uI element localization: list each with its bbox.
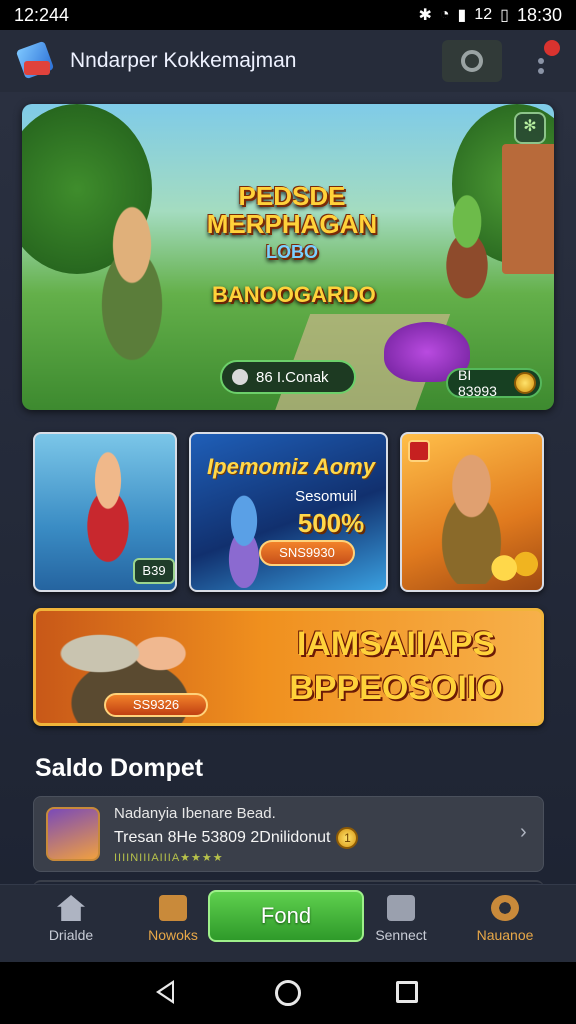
status-clock-right: 18:30 <box>516 4 562 25</box>
wallet-line1: Nadanyia Ibenare Bead. <box>114 805 276 822</box>
card-percent: 500% <box>297 508 365 538</box>
banner-line2: BPPEOSOIIO <box>289 669 503 707</box>
tag-icon <box>408 440 430 462</box>
hero-banner[interactable]: PEDSDE MERPHAGAN LOBO BANOOGARDO 86 I.Co… <box>22 104 554 410</box>
battery-icon: ▯ <box>500 7 509 24</box>
banner-line1: IAMSAIIAPS <box>296 625 496 663</box>
sparkle-icon: ✻ <box>523 118 537 135</box>
warrior-character-icon <box>72 194 192 364</box>
system-navigation-bar <box>0 962 576 1024</box>
gold-coins-icon <box>488 544 542 584</box>
home-circle-icon[interactable] <box>275 980 301 1006</box>
promo-card-hero[interactable]: B39 <box>33 432 177 592</box>
wallet-line2: Tresan 8He 53809 2Dnilidonut 1 <box>114 827 359 849</box>
status-icons: ✱ ◔ ▮ 12 ▯ 18:30 <box>418 5 562 26</box>
main-content[interactable]: PEDSDE MERPHAGAN LOBO BANOOGARDO 86 I.Co… <box>0 92 576 884</box>
home-icon <box>57 895 85 921</box>
nav-item-shop[interactable]: Nowoks <box>128 895 218 943</box>
hero-title-line2: MERPHAGAN <box>206 209 378 239</box>
hero-price-button[interactable]: BI 83993 <box>446 367 542 399</box>
profile-icon <box>491 895 519 921</box>
goblin-character-icon <box>422 194 512 304</box>
sale-banner[interactable]: IAMSAIIAPS BPPEOSOIIO SS9326 <box>33 608 544 726</box>
wifi-icon: ◔ <box>439 6 450 23</box>
nav-item-home[interactable]: Drialde <box>26 895 116 943</box>
search-button[interactable] <box>442 40 502 82</box>
bluetooth-icon: ✱ <box>418 7 432 24</box>
wallet-list-item[interactable]: Nadanyia Ibenare Bead. Tresan 8He 53809 … <box>33 796 544 872</box>
box-icon <box>387 895 415 921</box>
nav-label: Sennect <box>375 927 427 943</box>
nav-item-profile[interactable]: Nauanoe <box>460 895 550 943</box>
notification-badge <box>542 38 562 58</box>
app-logo-icon <box>14 40 60 81</box>
app-title: Nndarper Kokkemajman <box>70 49 297 72</box>
section-title-wallet: Saldo Dompet <box>35 754 204 782</box>
status-time: 12:244 <box>14 4 70 25</box>
recents-icon[interactable] <box>396 981 418 1003</box>
signal-icon: ▮ <box>457 7 467 24</box>
card-claim-button[interactable]: SNS9930 <box>259 540 355 566</box>
app-bar: Nndarper Kokkemajman <box>0 30 576 92</box>
carrier-label: 12 <box>474 6 493 23</box>
chest-icon <box>159 895 187 921</box>
promo-card-bonus[interactable]: Ipemomiz Aomy Sesomuil 500% SNS9930 <box>189 432 388 592</box>
nav-label: Drialde <box>48 927 94 943</box>
hero-title-line1: PEDSDE <box>238 181 346 211</box>
card-badge: B39 <box>133 558 175 584</box>
card-subtitle: Sesomuil <box>295 488 357 505</box>
coin-icon <box>514 372 536 394</box>
gift-icon <box>232 369 248 385</box>
wallet-rating: IIIINIIIAIIIA★★★★ <box>114 852 224 864</box>
status-bar: 12:244 ✱ ◔ ▮ 12 ▯ 18:30 <box>0 0 576 30</box>
hero-chip-button[interactable]: 86 I.Conak <box>220 360 356 394</box>
hero-corner-button[interactable]: ✻ <box>514 112 546 144</box>
wallet-coin-icon: 1 <box>336 827 359 849</box>
hero-subtitle: BANOOGARDO <box>212 282 376 307</box>
banner-buy-button[interactable]: SS9326 <box>104 693 208 717</box>
chevron-right-icon: › <box>520 821 527 843</box>
fond-button[interactable]: Fond <box>208 890 364 942</box>
hero-logo-text: LOBO <box>266 242 318 262</box>
hero-title: PEDSDE MERPHAGAN LOBO <box>202 182 382 266</box>
hero-price-label: BI 83993 <box>458 367 497 399</box>
wallet-line2-text: Tresan 8He 53809 2Dnilidonut <box>114 829 331 846</box>
nav-item-connect[interactable]: Sennect <box>356 895 446 943</box>
back-icon[interactable] <box>156 980 174 1004</box>
promo-card-gold[interactable] <box>400 432 544 592</box>
overflow-menu-button[interactable] <box>528 38 564 84</box>
menu-dot-icon <box>538 68 544 74</box>
menu-dot-icon <box>538 58 544 64</box>
nav-label: Nauanoe <box>476 927 534 943</box>
wallet-avatar <box>46 807 100 861</box>
search-icon <box>461 50 483 72</box>
hero-chip-label: 86 I.Conak <box>256 368 329 386</box>
card-title: Ipemomiz Aomy <box>207 454 375 479</box>
nav-label: Nowoks <box>148 927 198 943</box>
